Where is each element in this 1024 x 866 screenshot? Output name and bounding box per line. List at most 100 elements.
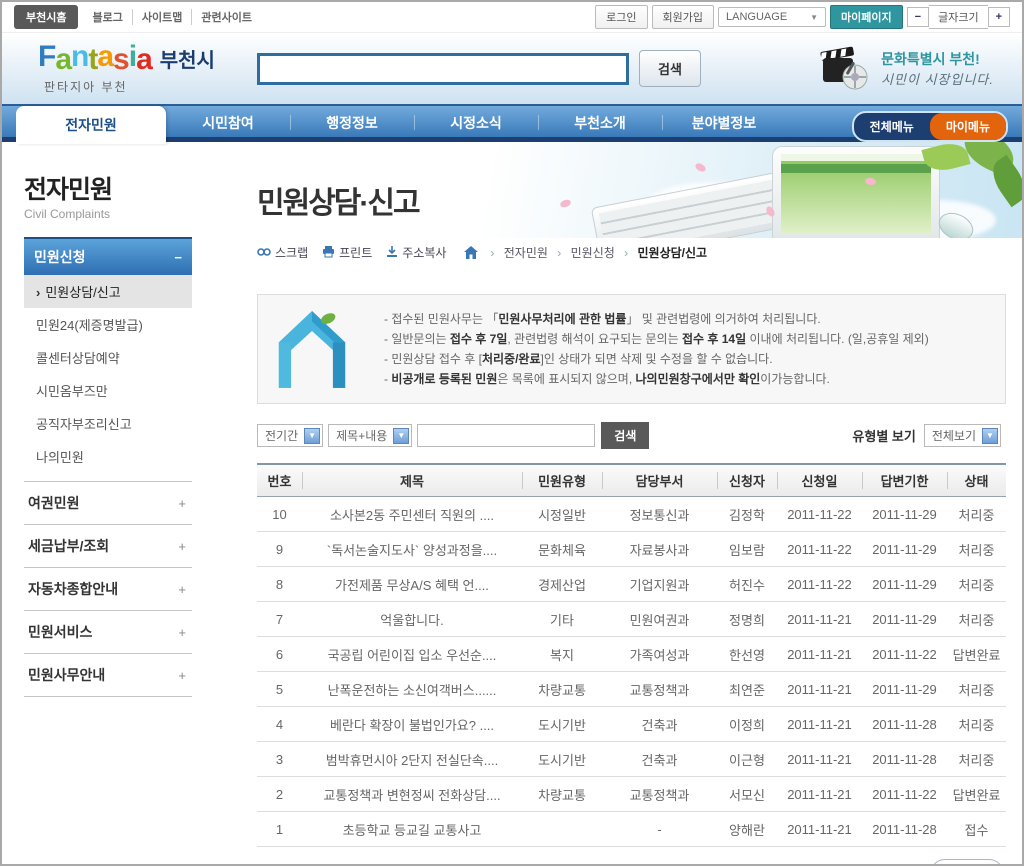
sidebar-section-minwon-apply[interactable]: 민원신청 −	[24, 237, 192, 275]
language-select[interactable]: LANGUAGE ▼	[718, 7, 826, 27]
sidebar-item-vehicle-info[interactable]: 자동차종합안내+	[24, 567, 192, 610]
cell-date: 2011-11-21	[777, 602, 862, 637]
cell-title[interactable]: 초등학교 등교길 교통사고	[302, 812, 522, 847]
sidebar-item-my-minwon[interactable]: 나의민원	[24, 440, 192, 473]
font-increase-button[interactable]: +	[988, 7, 1010, 27]
sidebar-item-minwon24[interactable]: 민원24(제증명발급)	[24, 308, 192, 341]
cell-title[interactable]: 범박휴먼시아 2단지 전실단속....	[302, 742, 522, 777]
tab-sector-info[interactable]: 분야별정보	[662, 106, 786, 139]
cell-title[interactable]: 소사본2동 주민센터 직원의 ....	[302, 497, 522, 532]
sidebar: 전자민원 Civil Complaints 민원신청 − ›민원상담/신고 민원…	[2, 142, 232, 866]
my-menu-button[interactable]: 마이메뉴	[930, 113, 1006, 140]
type-view-select[interactable]: 전체보기 ▼	[924, 424, 1001, 447]
cell-applicant: 김정학	[717, 497, 777, 532]
sidebar-item-minwon-guide[interactable]: 민원사무안내+	[24, 653, 192, 697]
expand-icon: +	[178, 582, 186, 597]
topbar-link-sitemap[interactable]: 사이트맵	[132, 9, 182, 25]
cell-date: 2011-11-21	[777, 812, 862, 847]
font-decrease-button[interactable]: −	[907, 7, 929, 27]
mypage-button[interactable]: 마이페이지	[830, 5, 903, 29]
cell-title[interactable]: 국공립 어린이집 입소 우선순....	[302, 637, 522, 672]
sidebar-item-minwon-counsel-report[interactable]: ›민원상담/신고	[24, 275, 192, 308]
cell-applicant: 최연준	[717, 672, 777, 707]
site-search-input[interactable]	[257, 53, 629, 85]
promo-subtitle: 시민이 시장입니다.	[881, 69, 994, 88]
sidebar-item-passport[interactable]: 여권민원+	[24, 481, 192, 524]
home-icon[interactable]	[464, 246, 478, 259]
cell-title[interactable]: 억울합니다.	[302, 602, 522, 637]
chevron-down-icon: ▼	[982, 428, 998, 444]
list-search-button[interactable]: 검색	[601, 422, 649, 449]
cell-deadline: 2011-11-29	[862, 567, 947, 602]
signup-button[interactable]: 회원가입	[652, 5, 714, 29]
tab-e-minwon[interactable]: 전자민원	[16, 106, 166, 144]
promo-title: 문화특별시 부천!	[881, 49, 994, 69]
cell-dept: 건축과	[602, 707, 717, 742]
table-row: 5 난폭운전하는 소신여객버스...... 차량교통 교통정책과 최연준 201…	[257, 672, 1006, 707]
info-line: - 일반문의는 접수 후 7일, 관련법령 해석이 요구되는 문의는 접수 후 …	[384, 329, 929, 349]
cell-title[interactable]: 가전제품 무상A/S 혜택 언....	[302, 567, 522, 602]
header-promo: 문화특별시 부천! 시민이 시장입니다.	[819, 45, 1004, 93]
sidebar-item-minwon-service[interactable]: 민원서비스+	[24, 610, 192, 653]
breadcrumb-link-e-minwon[interactable]: 전자민원	[504, 246, 548, 260]
breadcrumb: 스크랩 프린트 주소복사 › 전자민원 › 민원신청	[232, 238, 1024, 266]
keyword-input[interactable]	[417, 424, 595, 447]
cell-date: 2011-11-21	[777, 707, 862, 742]
tab-city-news[interactable]: 시정소식	[414, 106, 538, 139]
cell-title[interactable]: 난폭운전하는 소신여객버스......	[302, 672, 522, 707]
language-select-value: LANGUAGE	[726, 11, 787, 23]
cell-deadline: 2011-11-29	[862, 602, 947, 637]
login-button[interactable]: 로그인	[595, 5, 647, 29]
cell-title[interactable]: 베란다 확장이 불법인가요? ....	[302, 707, 522, 742]
cell-applicant: 이근형	[717, 742, 777, 777]
site-search-button[interactable]: 검색	[639, 50, 701, 87]
cell-type: 시정일반	[522, 497, 602, 532]
all-menu-button[interactable]: 전체메뉴	[854, 113, 930, 140]
cell-status: 답변완료	[947, 637, 1006, 672]
topbar-link-blog[interactable]: 블로그	[92, 9, 122, 25]
sidebar-item-citizen-ombudsman[interactable]: 시민옴부즈만	[24, 374, 192, 407]
guidance-box: - 접수된 민원사무는 「민원사무처리에 관한 법률」 및 관련법령에 의거하여…	[257, 294, 1006, 404]
breadcrumb-link-minwon-apply[interactable]: 민원신청	[571, 246, 615, 260]
cell-no: 10	[257, 497, 302, 532]
cell-status: 처리중	[947, 707, 1006, 742]
main-nav: 전자민원 시민참여 행정정보 시정소식 부천소개 분야별정보 전체메뉴 마이메뉴	[2, 104, 1022, 142]
cell-title[interactable]: 교통정책과 변현정씨 전화상담....	[302, 777, 522, 812]
cell-dept: -	[602, 812, 717, 847]
cell-date: 2011-11-21	[777, 672, 862, 707]
sidebar-title: 전자민원	[24, 170, 232, 206]
sidebar-item-callcenter-reservation[interactable]: 콜센터상담예약	[24, 341, 192, 374]
cell-status: 처리중	[947, 602, 1006, 637]
page-title: 민원상담·신고	[257, 178, 419, 222]
topbar-link-related-sites[interactable]: 관련사이트	[191, 9, 252, 25]
col-title: 제목	[302, 464, 522, 497]
tab-about-bucheon[interactable]: 부천소개	[538, 106, 662, 139]
cell-dept: 가족여성과	[602, 637, 717, 672]
cell-dept: 자료봉사과	[602, 532, 717, 567]
write-button[interactable]: 작성 ▶	[930, 859, 1004, 866]
bucheon-home-button[interactable]: 부천시홈	[14, 5, 78, 29]
cell-no: 6	[257, 637, 302, 672]
table-row: 2 교통정책과 변현정씨 전화상담.... 차량교통 교통정책과 서모신 201…	[257, 777, 1006, 812]
table-row: 4 베란다 확장이 불법인가요? .... 도시기반 건축과 이정희 2011-…	[257, 707, 1006, 742]
period-select[interactable]: 전기간 ▼	[257, 424, 323, 447]
tab-citizen-participation[interactable]: 시민참여	[166, 106, 290, 139]
tab-admin-info[interactable]: 행정정보	[290, 106, 414, 139]
cell-no: 1	[257, 812, 302, 847]
table-row: 1 초등학교 등교길 교통사고 - 양해란 2011-11-21 2011-11…	[257, 812, 1006, 847]
cell-no: 4	[257, 707, 302, 742]
sidebar-item-official-corruption-report[interactable]: 공직자부조리신고	[24, 407, 192, 440]
scrap-button[interactable]: 스크랩	[257, 244, 308, 261]
site-logo[interactable]: Fantasia 부천시 판타지아 부천	[20, 43, 235, 95]
page-banner: 민원상담·신고	[232, 142, 1024, 238]
copy-url-button[interactable]: 주소복사	[386, 244, 446, 261]
cell-type: 차량교통	[522, 672, 602, 707]
guidance-lines: - 접수된 민원사무는 「민원사무처리에 관한 법률」 및 관련법령에 의거하여…	[384, 309, 929, 389]
sidebar-section-label: 민원신청	[34, 247, 86, 267]
cell-type: 문화체육	[522, 532, 602, 567]
sidebar-item-tax[interactable]: 세금납부/조회+	[24, 524, 192, 567]
print-button[interactable]: 프린트	[322, 244, 372, 261]
table-row: 7 억울합니다. 기타 민원여권과 정명희 2011-11-21 2011-11…	[257, 602, 1006, 637]
search-field-select[interactable]: 제목+내용 ▼	[328, 424, 412, 447]
cell-title[interactable]: `독서논술지도사` 양성과정을....	[302, 532, 522, 567]
